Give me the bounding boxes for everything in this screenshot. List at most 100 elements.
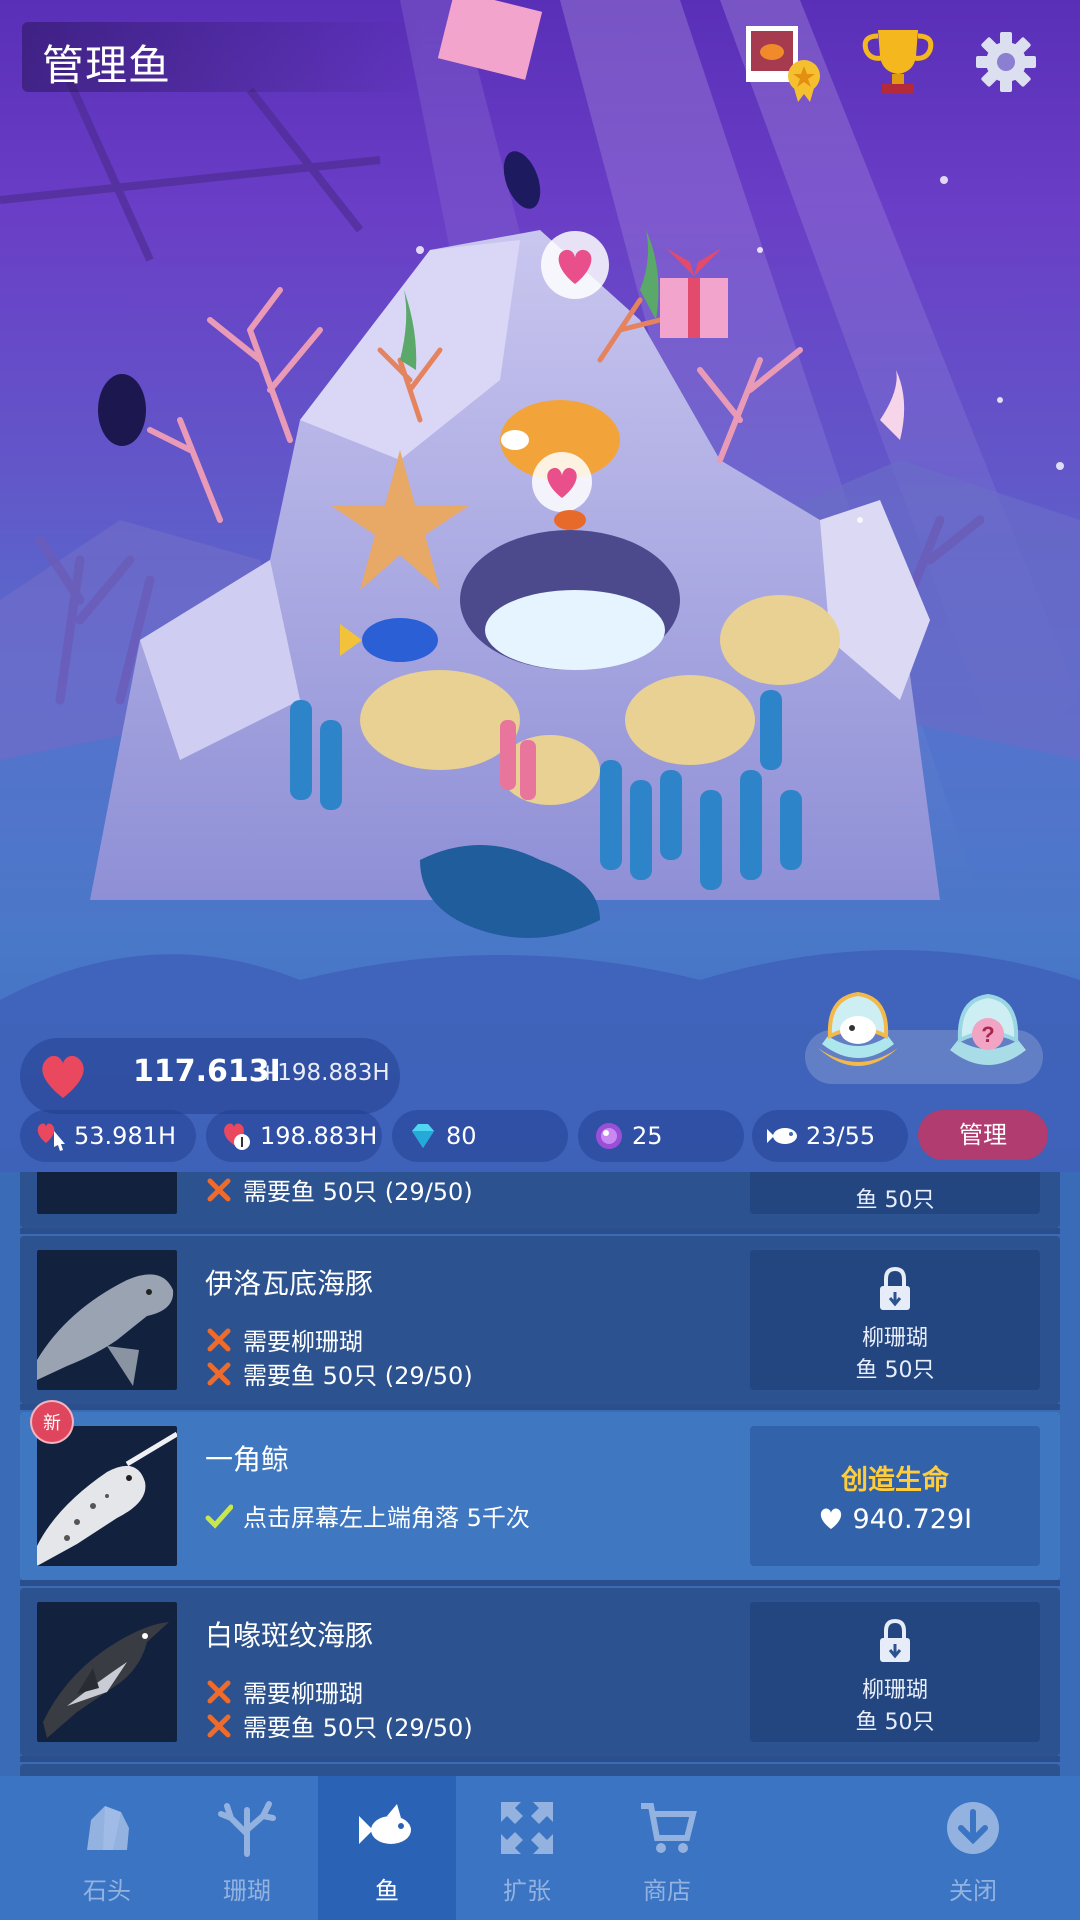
lock-icon: [880, 1618, 910, 1662]
fish-name: 一角鲸: [205, 1443, 290, 1476]
fish-count-chip: 23/55: [752, 1110, 908, 1162]
create-life-label: 创造生命: [841, 1465, 949, 1496]
page-title: 管理鱼: [42, 41, 172, 90]
lock-icon: [880, 1266, 910, 1310]
requirement-text: 需要鱼 50只 (29/50): [243, 1362, 473, 1390]
fish-count-value: 23/55: [806, 1122, 876, 1150]
divider: [20, 1404, 1060, 1410]
requirement-text: 需要柳珊瑚: [243, 1328, 363, 1356]
diamond-chip: 80: [392, 1110, 568, 1162]
rock-icon: [87, 1806, 129, 1850]
mystery-shell-icon[interactable]: ?: [938, 988, 1038, 1084]
dolphin-image: [37, 1274, 174, 1386]
fish-icon: [767, 1128, 797, 1144]
divider: [20, 1580, 1060, 1586]
requirement-text: 需要鱼 50只 (29/50): [243, 1178, 473, 1206]
heart-rate: +198.883H: [258, 1060, 390, 1086]
list-item-irrawaddy-dolphin[interactable]: 伊洛瓦底海豚 需要柳珊瑚 需要鱼 50只 (29/50) 柳珊瑚 鱼 50只: [20, 1236, 1060, 1404]
lock-panel: 柳珊瑚 鱼 50只: [750, 1602, 1040, 1742]
manage-button[interactable]: 管理: [918, 1110, 1048, 1160]
create-life-cost: 940.729I: [750, 1504, 1040, 1535]
divider: [20, 1228, 1060, 1234]
photo-award-icon[interactable]: [742, 22, 822, 102]
list-item-partial[interactable]: [20, 1764, 1060, 1776]
narwhal-image: [37, 1431, 177, 1566]
diamond-icon: [412, 1124, 434, 1148]
aquarium-illustration: [0, 0, 1080, 1180]
coin-heart-icon: [224, 1123, 250, 1150]
new-badge: 新: [30, 1400, 74, 1444]
tap-heart-icon: [37, 1123, 65, 1151]
cross-icon: [207, 1714, 231, 1737]
lock-panel: 柳珊瑚 鱼 50只: [750, 1250, 1040, 1390]
nav-coral[interactable]: 珊瑚: [178, 1776, 316, 1920]
fish-thumbnail: [37, 1602, 177, 1742]
expand-icon: [501, 1802, 553, 1854]
pearl-shell-icon[interactable]: [808, 988, 908, 1084]
heart-icon: [42, 1055, 84, 1098]
heart-icon: [820, 1508, 842, 1529]
fish-thumbnail: [37, 1426, 177, 1566]
cross-icon: [207, 1362, 231, 1385]
pearl-chip: 25: [578, 1110, 744, 1162]
bottom-nav: 石头 珊瑚 鱼 扩张 商店 关闭: [0, 1776, 1080, 1920]
lock-requirement-fish: 鱼 50只: [855, 1710, 935, 1735]
trophy-icon[interactable]: [858, 22, 938, 102]
requirement: 需要鱼 50只 (29/50): [205, 1708, 473, 1743]
requirement: 需要柳珊瑚: [205, 1322, 363, 1357]
idle-income-chip: 198.883H: [206, 1110, 382, 1162]
lock-panel: 鱼 50只: [750, 1172, 1040, 1214]
fish-list[interactable]: 需要鱼 50只 (29/50) 鱼 50只 伊洛瓦底海豚 需要柳珊瑚 需要鱼 5…: [0, 1172, 1080, 1776]
nav-label: 关闭: [949, 1877, 997, 1905]
aquarium-scene[interactable]: [0, 0, 1080, 1180]
nav-label: 商店: [643, 1877, 691, 1905]
nav-label: 扩张: [503, 1877, 551, 1905]
create-life-button[interactable]: 创造生命 940.729I: [750, 1426, 1040, 1566]
pearl-value: 25: [632, 1122, 663, 1150]
lock-requirement-fish: 鱼 50只: [855, 1358, 935, 1383]
nav-label: 鱼: [375, 1877, 399, 1905]
dolphin-image: [43, 1622, 169, 1738]
requirement: 需要柳珊瑚: [205, 1674, 363, 1709]
lock-requirement-coral: 柳珊瑚: [861, 1678, 928, 1703]
nav-rock[interactable]: 石头: [38, 1776, 176, 1920]
lock-text: 鱼 50只: [855, 1188, 935, 1213]
requirement-text: 需要鱼 50只 (29/50): [243, 1714, 473, 1742]
requirement: 需要鱼 50只 (29/50): [205, 1356, 473, 1391]
tap-income-chip: 53.981H: [20, 1110, 196, 1162]
pearl-icon: [596, 1123, 622, 1149]
diamond-value: 80: [446, 1122, 477, 1150]
coral-icon: [218, 1801, 276, 1857]
nav-shop[interactable]: 商店: [598, 1776, 736, 1920]
fish-icon: [359, 1804, 411, 1844]
requirement-text: 需要柳珊瑚: [243, 1680, 363, 1708]
check-icon: [205, 1504, 233, 1529]
nav-label: 珊瑚: [223, 1877, 271, 1905]
lock-requirement-coral: 柳珊瑚: [861, 1326, 928, 1351]
requirement: 需要鱼 50只 (29/50): [205, 1172, 473, 1207]
cross-icon: [207, 1328, 231, 1351]
nav-close[interactable]: 关闭: [904, 1776, 1042, 1920]
fish-name: 伊洛瓦底海豚: [205, 1267, 374, 1300]
svg-text:?: ?: [981, 1022, 994, 1047]
fish-name: 白喙斑纹海豚: [205, 1619, 374, 1652]
tap-income-value: 53.981H: [74, 1122, 177, 1150]
gear-icon[interactable]: [966, 22, 1046, 102]
requirement-text: 点击屏幕左上端角落 5千次: [243, 1504, 530, 1532]
cross-icon: [207, 1178, 231, 1201]
requirement: 点击屏幕左上端角落 5千次: [205, 1498, 530, 1533]
nav-expand[interactable]: 扩张: [458, 1776, 596, 1920]
close-down-icon: [947, 1802, 999, 1854]
nav-label: 石头: [83, 1877, 131, 1905]
fish-thumbnail: [37, 1250, 177, 1390]
cross-icon: [207, 1680, 231, 1703]
list-item-white-beaked-dolphin[interactable]: 白喙斑纹海豚 需要柳珊瑚 需要鱼 50只 (29/50) 柳珊瑚 鱼 50只: [20, 1588, 1060, 1756]
idle-income-value: 198.883H: [260, 1122, 378, 1150]
create-life-cost-value: 940.729I: [852, 1504, 973, 1535]
divider: [20, 1756, 1060, 1762]
cart-icon: [641, 1803, 697, 1853]
fish-thumbnail: [37, 1172, 177, 1214]
nav-fish[interactable]: 鱼: [318, 1776, 456, 1920]
list-item-partial[interactable]: 需要鱼 50只 (29/50) 鱼 50只: [20, 1172, 1060, 1228]
list-item-narwhal[interactable]: 一角鲸 点击屏幕左上端角落 5千次 创造生命 940.729I: [20, 1412, 1060, 1580]
